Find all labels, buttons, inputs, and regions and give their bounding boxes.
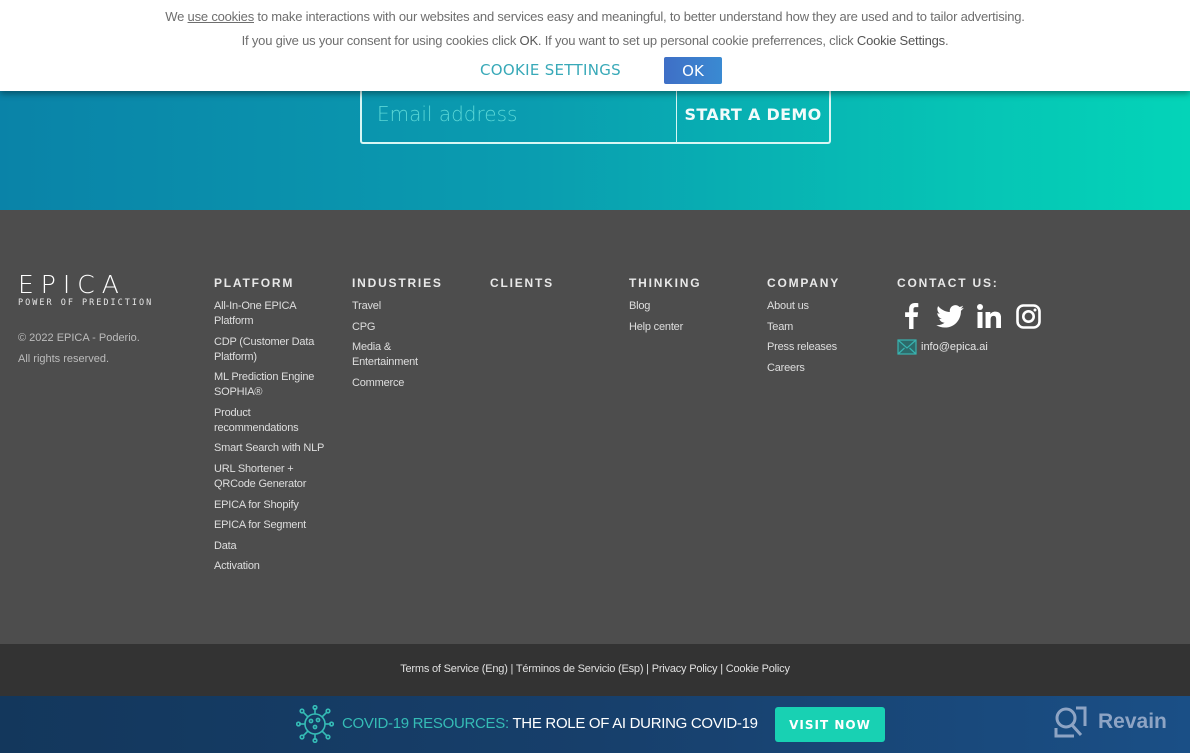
virus-icon	[296, 705, 334, 743]
brand-block: EPICA POWER OF PREDICTION © 2022 EPICA -…	[18, 272, 154, 370]
cookie-text-line2: If you give us your consent for using co…	[0, 33, 1190, 48]
footer-link[interactable]: All-In-One EPICA Platform	[214, 299, 334, 329]
footer-link[interactable]: Media & Entertainment	[352, 340, 452, 370]
footer-column-platform: PLATFORM All-In-One EPICA Platform CDP (…	[214, 276, 334, 580]
footer-link[interactable]: Commerce	[352, 376, 452, 391]
column-title: PLATFORM	[214, 276, 295, 290]
column-title: COMPANY	[767, 276, 841, 290]
cookie-settings-button[interactable]: COOKIE SETTINGS	[478, 59, 623, 81]
legal-bar: Terms of Service (Eng) | Términos de Ser…	[0, 644, 1190, 696]
logo-tagline: POWER OF PREDICTION	[18, 298, 154, 308]
instagram-icon[interactable]	[1014, 302, 1042, 330]
copyright: © 2022 EPICA - Poderio. All rights reser…	[18, 328, 153, 370]
covid-banner: COVID-19 RESOURCES: THE ROLE OF AI DURIN…	[0, 696, 1190, 753]
footer-link[interactable]: Press releases	[767, 340, 840, 355]
facebook-icon[interactable]	[897, 302, 925, 330]
footer-link[interactable]: Product recommendations	[214, 406, 334, 436]
footer-link[interactable]: Team	[767, 320, 840, 335]
footer-column-thinking: THINKING Blog Help center	[629, 276, 701, 340]
footer-link[interactable]: CPG	[352, 320, 452, 335]
cookie-ok-button[interactable]: OK	[664, 57, 722, 84]
footer-column-contact: CONTACT US: info@epica.ai	[897, 276, 1042, 355]
visit-now-button[interactable]: VISIT NOW	[775, 707, 885, 742]
footer-link[interactable]: Help center	[629, 320, 701, 335]
cookie-settings-mention: Cookie Settings	[856, 33, 945, 48]
separator: |	[717, 663, 726, 675]
footer: EPICA POWER OF PREDICTION © 2022 EPICA -…	[0, 210, 1190, 644]
privacy-policy-link[interactable]: Privacy Policy	[652, 663, 718, 675]
footer-link[interactable]: EPICA for Shopify	[214, 498, 334, 513]
terminos-de-servicio-esp-link[interactable]: Términos de Servicio (Esp)	[516, 663, 644, 675]
linkedin-icon[interactable]	[975, 302, 1003, 330]
footer-link[interactable]: Travel	[352, 299, 452, 314]
cookie-ok-mention: OK	[519, 33, 539, 48]
cookie-banner: We use cookies to make interactions with…	[0, 0, 1190, 91]
covid-title: THE ROLE OF AI DURING COVID-19	[508, 715, 758, 732]
footer-link[interactable]: EPICA for Segment	[214, 518, 334, 533]
epica-logo[interactable]: EPICA	[18, 272, 153, 297]
cookie-text: to make interactions with our websites a…	[254, 9, 1025, 24]
revain-watermark: Revain	[1054, 706, 1167, 738]
social-links	[897, 299, 1042, 333]
envelope-icon	[897, 339, 917, 355]
footer-link[interactable]: Careers	[767, 361, 840, 376]
footer-link[interactable]: Smart Search with NLP	[214, 441, 334, 456]
covid-resources-text[interactable]: COVID-19 RESOURCES: THE ROLE OF AI DURIN…	[342, 715, 758, 732]
cookie-text-line1: We use cookies to make interactions with…	[0, 9, 1190, 24]
footer-column-clients: CLIENTS	[490, 276, 554, 299]
revain-logo-icon	[1054, 706, 1087, 738]
footer-link[interactable]: Blog	[629, 299, 701, 314]
column-title: INDUSTRIES	[352, 276, 443, 290]
revain-label: Revain	[1098, 710, 1167, 733]
footer-column-industries: INDUSTRIES Travel CPG Media & Entertainm…	[352, 276, 452, 396]
column-title-clients-link[interactable]: CLIENTS	[490, 276, 554, 290]
page: START A DEMO We use cookies to make inte…	[0, 0, 1190, 753]
cookie-policy-link[interactable]: Cookie Policy	[726, 663, 790, 675]
twitter-icon[interactable]	[936, 302, 964, 330]
use-cookies-link[interactable]: use cookies	[188, 9, 255, 24]
column-title: CONTACT US:	[897, 276, 999, 290]
footer-link[interactable]: About us	[767, 299, 840, 314]
footer-link[interactable]: CDP (Customer Data Platform)	[214, 335, 334, 365]
demo-form: START A DEMO	[360, 86, 831, 144]
cookie-text: We	[165, 9, 188, 24]
copyright-line: All rights reserved.	[18, 353, 110, 365]
legal-links: Terms of Service (Eng) | Términos de Ser…	[0, 663, 1190, 675]
footer-link[interactable]: Data	[214, 539, 334, 554]
separator: |	[643, 663, 652, 675]
email-address-input[interactable]	[362, 86, 677, 142]
terms-of-service-eng-link[interactable]: Terms of Service (Eng)	[400, 663, 508, 675]
email-link[interactable]: info@epica.ai	[921, 341, 988, 353]
separator: |	[507, 663, 516, 675]
footer-link[interactable]: ML Prediction Engine SOPHIA®	[214, 370, 334, 400]
footer-column-company: COMPANY About us Team Press releases Car…	[767, 276, 840, 381]
cookie-text: . If you want to set up personal cookie …	[537, 33, 857, 48]
start-demo-button[interactable]: START A DEMO	[677, 86, 829, 142]
contact-email: info@epica.ai	[897, 339, 1042, 355]
cookie-text: If you give us your consent for using co…	[241, 33, 520, 48]
copyright-line: © 2022 EPICA - Poderio.	[18, 332, 140, 344]
footer-link[interactable]: URL Shortener + QRCode Generator	[214, 462, 334, 492]
footer-link[interactable]: Activation	[214, 559, 334, 574]
cookie-text: .	[944, 33, 949, 48]
column-title: THINKING	[629, 276, 702, 290]
covid-lead: COVID-19 RESOURCES:	[342, 715, 509, 732]
